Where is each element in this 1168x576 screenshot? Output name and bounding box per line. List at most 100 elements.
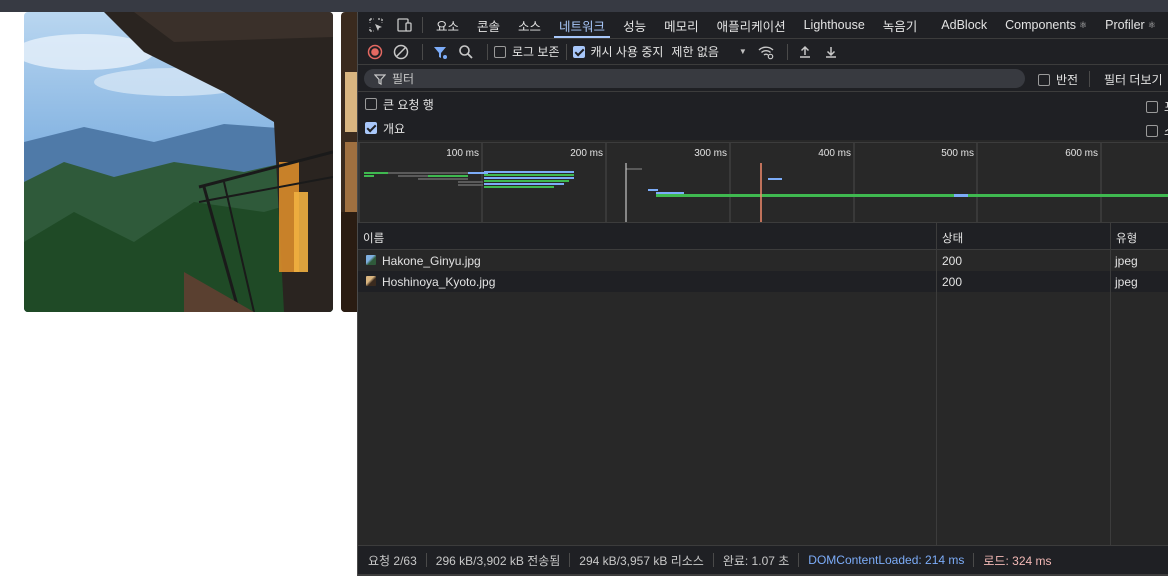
import-har-icon[interactable] [794, 41, 816, 63]
network-status-bar: 요청 2/63 296 kB/3,902 kB 전송됨 294 kB/3,957… [358, 545, 1168, 574]
status-separator [712, 553, 714, 567]
status-separator [973, 553, 975, 567]
table-row[interactable]: Hakone_Ginyu.jpg 200 jpeg [358, 250, 1168, 271]
filter-icon [374, 73, 386, 85]
column-divider[interactable] [936, 223, 937, 545]
image-file-icon [366, 255, 376, 265]
tab-console[interactable]: 콘솔 [468, 12, 509, 38]
column-type[interactable]: 유형 [1116, 230, 1137, 246]
invert-label: 반전 [1056, 73, 1079, 87]
truncated-option-glyph: 프 [1164, 98, 1168, 115]
tab-application[interactable]: 애플리케이션 [708, 12, 795, 38]
toolbar-separator [565, 43, 567, 60]
status-separator [425, 553, 427, 567]
tab-components-label: Components [1005, 18, 1077, 32]
throttling-select[interactable]: 제한 없음 ▼ [671, 43, 746, 60]
group-by-frame-box[interactable] [1146, 100, 1158, 113]
tab-sources[interactable]: 소스 [509, 12, 550, 38]
column-divider[interactable] [1110, 223, 1111, 545]
tick-label-200: 200 ms [570, 148, 603, 159]
preserve-log-label: 로그 보존 [512, 45, 560, 59]
tab-profiler-label: Profiler [1105, 18, 1145, 32]
request-count: 요청 2/63 [368, 553, 417, 568]
overview-box[interactable] [365, 122, 377, 134]
big-request-rows-label: 큰 요청 행 [383, 97, 434, 112]
screenshots-checkbox[interactable]: 스 [1146, 122, 1168, 139]
request-status: 200 [942, 275, 963, 289]
preserve-log-box[interactable] [494, 45, 506, 58]
finish-time: 완료: 1.07 초 [722, 553, 790, 568]
filter-row: 필터 반전 필터 더보기 [358, 65, 1168, 92]
disable-cache-label: 캐시 사용 중지 [590, 45, 664, 59]
preserve-log-checkbox[interactable]: 로그 보존 [494, 43, 560, 60]
search-icon[interactable] [455, 41, 477, 63]
inspect-element-icon[interactable] [362, 12, 390, 38]
clear-icon[interactable] [390, 41, 412, 63]
overview-checkbox[interactable]: 개요 [365, 120, 405, 137]
devtools-panel: 요소 콘솔 소스 네트워크 성능 메모리 애플리케이션 Lighthouse 녹… [357, 12, 1168, 576]
tab-performance[interactable]: 성능 [614, 12, 655, 38]
options-row-2: 개요 스 [358, 116, 1168, 140]
options-row-1: 큰 요청 행 프 [358, 92, 1168, 116]
request-type: jpeg [1115, 254, 1138, 268]
request-type: jpeg [1115, 275, 1138, 289]
invert-checkbox[interactable]: 반전 [1038, 71, 1078, 88]
tab-lighthouse[interactable]: Lighthouse [795, 12, 874, 38]
hakone-photo [24, 12, 333, 312]
disable-cache-checkbox[interactable]: 캐시 사용 중지 [572, 43, 664, 60]
overview-request-bars [364, 168, 1168, 197]
request-status: 200 [942, 254, 963, 268]
network-overview-timeline[interactable]: 100 ms 200 ms 300 ms 400 ms 500 ms 600 m… [358, 142, 1168, 223]
screenshots-box[interactable] [1146, 124, 1158, 137]
devtools-tab-bar: 요소 콘솔 소스 네트워크 성능 메모리 애플리케이션 Lighthouse 녹… [358, 12, 1168, 39]
more-filters-button[interactable]: 필터 더보기 [1104, 71, 1163, 88]
record-button[interactable] [364, 41, 386, 63]
tab-elements[interactable]: 요소 [427, 12, 468, 38]
tab-recorder[interactable]: 녹음기 [874, 12, 927, 38]
group-by-frame-checkbox[interactable]: 프 [1146, 98, 1168, 115]
transferred-size: 296 kB/3,902 kB 전송됨 [435, 553, 561, 568]
tab-network[interactable]: 네트워크 [550, 12, 614, 38]
browser-top-strip [0, 0, 1168, 12]
tab-adblock[interactable]: AdBlock [932, 12, 996, 38]
tab-components[interactable]: Components ⚛ [996, 12, 1096, 38]
filter-funnel-icon[interactable] [429, 41, 451, 63]
toolbar-separator [487, 43, 488, 60]
throttling-value: 제한 없음 [671, 45, 719, 59]
hoshinoya-photo [341, 12, 357, 312]
truncated-option-glyph: 스 [1164, 122, 1168, 139]
overview-label: 개요 [383, 121, 406, 136]
filter-input[interactable]: 필터 [364, 69, 1025, 88]
disable-cache-box[interactable] [572, 45, 585, 58]
tick-label-100: 100 ms [446, 148, 479, 159]
components-gear-icon: ⚛ [1079, 19, 1088, 30]
column-status[interactable]: 상태 [942, 230, 963, 246]
dom-content-loaded-time: DOMContentLoaded: 214 ms [808, 553, 965, 567]
column-name[interactable]: 이름 [363, 230, 384, 246]
table-row[interactable]: Hoshinoya_Kyoto.jpg 200 jpeg [358, 271, 1168, 292]
device-toolbar-icon[interactable] [390, 12, 418, 38]
toolbar-separator [786, 43, 788, 60]
profiler-gear-icon: ⚛ [1147, 19, 1156, 30]
invert-box[interactable] [1038, 73, 1050, 86]
big-request-rows-checkbox[interactable]: 큰 요청 행 [365, 96, 434, 113]
network-conditions-icon[interactable] [755, 41, 777, 63]
filter-placeholder: 필터 [392, 72, 415, 86]
image-file-icon [366, 276, 376, 286]
chevron-down-icon: ▼ [738, 47, 747, 56]
tick-label-500: 500 ms [941, 148, 974, 159]
load-time: 로드: 324 ms [983, 553, 1052, 568]
tab-memory[interactable]: 메모리 [655, 12, 708, 38]
tab-profiler[interactable]: Profiler ⚛ [1096, 12, 1165, 38]
request-name: Hakone_Ginyu.jpg [382, 254, 481, 268]
toolbar-separator [422, 43, 423, 60]
status-separator [798, 553, 800, 567]
network-toolbar: 로그 보존 캐시 사용 중지 제한 없음 ▼ [358, 39, 1168, 65]
export-har-icon[interactable] [820, 41, 842, 63]
tick-label-600: 600 ms [1065, 148, 1098, 159]
tick-label-400: 400 ms [818, 148, 851, 159]
requests-table-header: 이름 상태 유형 [358, 223, 1168, 250]
tab-separator [422, 17, 423, 33]
request-name: Hoshinoya_Kyoto.jpg [382, 275, 496, 289]
big-request-rows-box[interactable] [365, 98, 377, 110]
